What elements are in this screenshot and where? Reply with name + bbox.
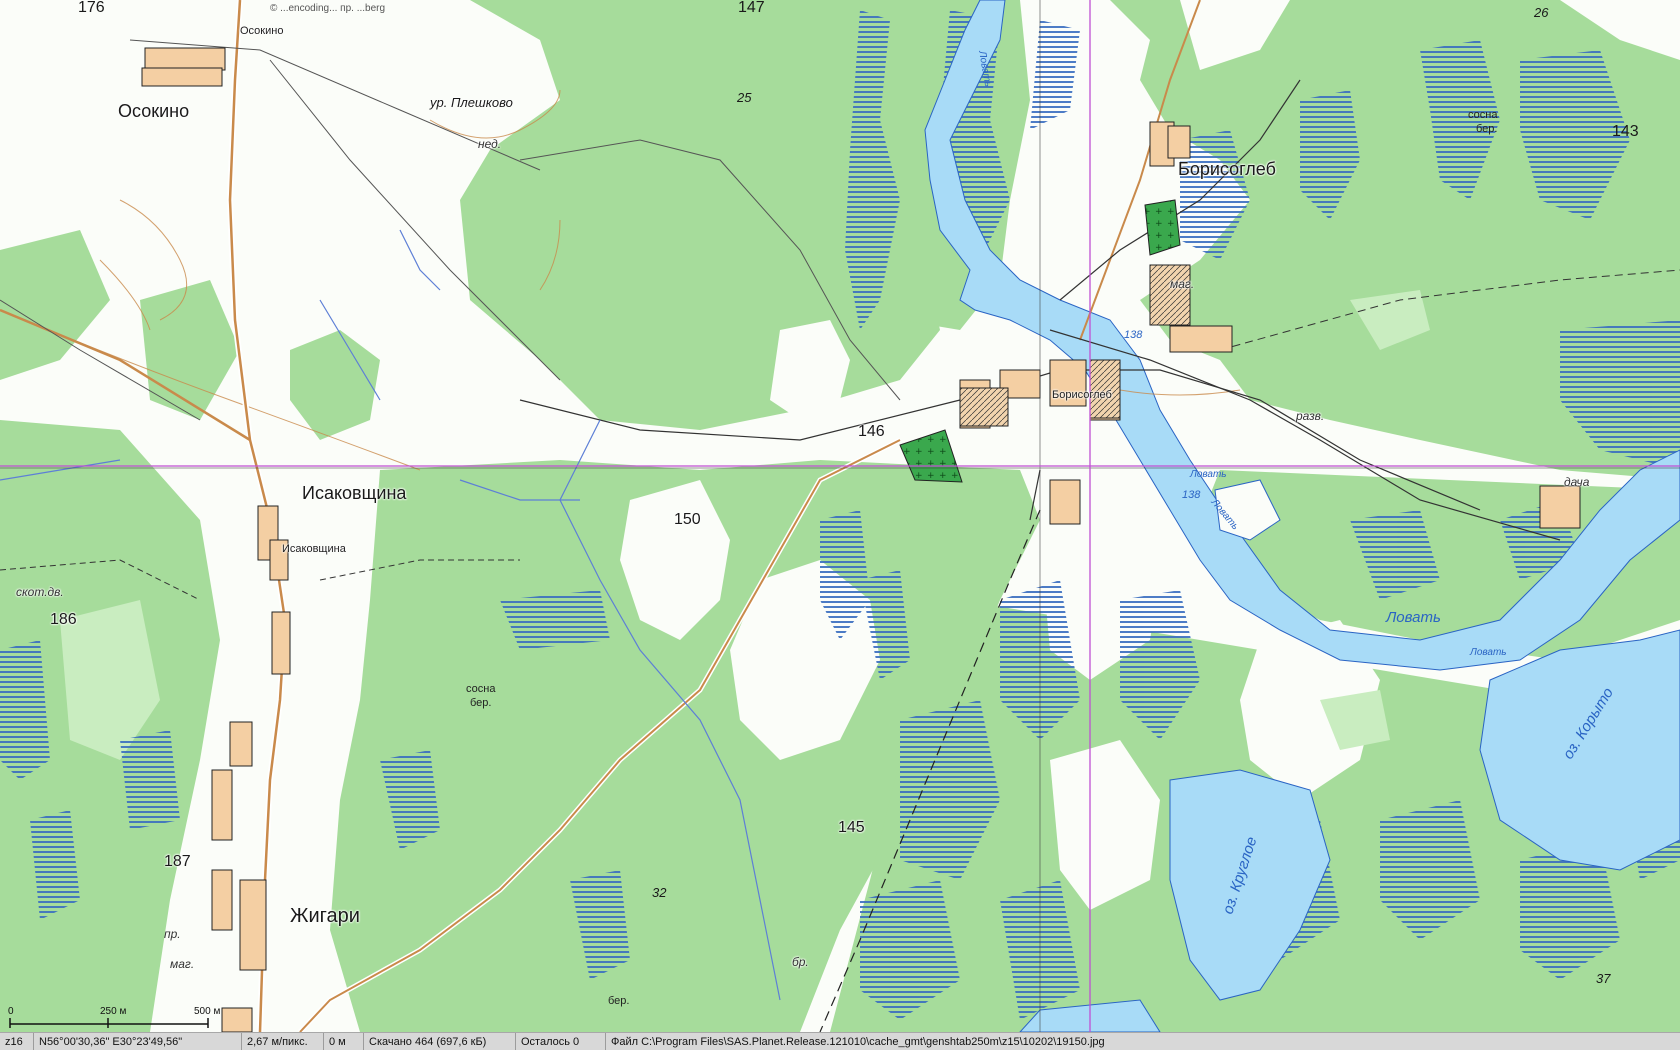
lovat-small-label-4: Ловать bbox=[1190, 469, 1227, 480]
elevation-32: 32 bbox=[652, 885, 667, 900]
scale-mid: 250 м bbox=[100, 1006, 127, 1017]
river-level-1: 138 bbox=[1124, 329, 1143, 341]
mag-label-2: маг. bbox=[170, 957, 195, 971]
ber-label-2: бер. bbox=[1476, 123, 1498, 135]
pr-label-1: пр. bbox=[164, 927, 181, 941]
skot-dv-label: скот.дв. bbox=[16, 585, 64, 599]
elevation-146: 146 bbox=[858, 423, 885, 440]
elevation-145: 145 bbox=[838, 819, 865, 836]
elevation-147: 147 bbox=[738, 0, 765, 16]
sosna-label-1: сосна bbox=[466, 683, 496, 695]
ned-label: нед. bbox=[478, 137, 502, 151]
status-zoom: z16 bbox=[0, 1033, 34, 1050]
elevation-150: 150 bbox=[674, 511, 701, 528]
scale-zero: 0 bbox=[8, 1006, 14, 1017]
dacha-label: дача bbox=[1564, 475, 1590, 489]
scale-end: 500 м bbox=[194, 1006, 221, 1017]
status-remaining: Осталось 0 bbox=[516, 1033, 606, 1050]
sosna-label-2: сосна bbox=[1468, 109, 1498, 121]
borisogleb-small-label: Борисоглеб bbox=[1052, 389, 1112, 401]
br-label: бр. bbox=[792, 955, 809, 969]
copyright-text: © ...encoding... пр. ...berg bbox=[270, 3, 386, 14]
osokino-label: Осокино bbox=[118, 101, 190, 121]
status-downloaded: Скачано 464 (697,6 кБ) bbox=[364, 1033, 516, 1050]
osokino-small-label: Осокино bbox=[240, 25, 284, 37]
mag-label-1: маг. bbox=[1170, 277, 1195, 291]
ber-label-3: бер. bbox=[608, 995, 630, 1007]
zhigari-label: Жигари bbox=[290, 905, 360, 927]
ber-label-1: бер. bbox=[470, 697, 492, 709]
lovat-river-label: Ловать bbox=[1386, 609, 1441, 626]
status-resolution: 2,67 м/пикс. bbox=[242, 1033, 324, 1050]
elevation-37: 37 bbox=[1596, 971, 1611, 986]
elevation-186: 186 bbox=[50, 611, 77, 628]
isakovshchina-small-label: Исаковщина bbox=[282, 543, 346, 555]
status-coordinates: N56°00'30,36" E30°23'49,56" bbox=[34, 1033, 242, 1050]
elevation-25: 25 bbox=[737, 90, 752, 105]
isakovshchina-label: Исаковщина bbox=[302, 483, 407, 503]
river-level-2: 138 bbox=[1182, 489, 1201, 501]
lovat-small-label-1: Ловать bbox=[1470, 647, 1507, 658]
map-viewer-app: + bbox=[0, 0, 1680, 1050]
elevation-187: 187 bbox=[164, 853, 191, 870]
razv-label: разв. bbox=[1296, 409, 1325, 423]
plyoshkovo-label: ур. Плешково bbox=[430, 95, 513, 110]
scale-bar: 0 250 м 500 м bbox=[8, 1006, 238, 1030]
status-bar: z16 N56°00'30,36" E30°23'49,56" 2,67 м/п… bbox=[0, 1032, 1680, 1050]
elevation-176: 176 bbox=[78, 0, 105, 16]
elevation-26: 26 bbox=[1534, 5, 1549, 20]
elevation-143: 143 bbox=[1612, 123, 1639, 140]
map-graphics: + bbox=[0, 0, 1680, 1032]
status-file-path: Файл C:\Program Files\SAS.Planet.Release… bbox=[611, 1035, 1105, 1048]
status-distance: 0 м bbox=[324, 1033, 364, 1050]
map-canvas[interactable]: + bbox=[0, 0, 1680, 1032]
borisogleb-label: Борисоглеб bbox=[1178, 159, 1276, 179]
